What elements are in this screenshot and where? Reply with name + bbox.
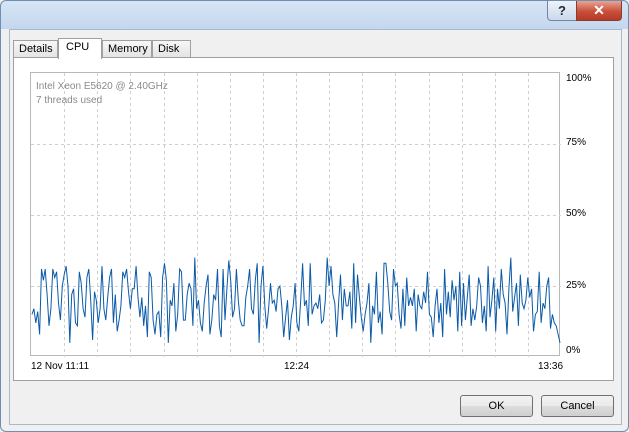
- close-button[interactable]: ✕: [576, 1, 622, 21]
- x-tick-label: 13:36: [538, 361, 564, 372]
- cpu-usage-graph: [30, 72, 561, 357]
- y-tick-label: 75%: [566, 137, 587, 148]
- close-icon: ✕: [593, 2, 605, 18]
- cpu-info: Intel Xeon E5620 @ 2.40GHz 7 threads use…: [36, 80, 168, 108]
- y-tick-label: 25%: [566, 280, 587, 291]
- help-button[interactable]: ?: [547, 1, 577, 21]
- x-tick-label: 12:24: [284, 361, 310, 372]
- cpu-usage-chart: [31, 73, 561, 357]
- cancel-button[interactable]: Cancel: [541, 395, 614, 417]
- y-tick-label: 100%: [566, 73, 592, 84]
- x-tick-label: 12 Nov 11:11: [31, 361, 90, 372]
- tab-details[interactable]: Details: [13, 40, 58, 57]
- tab-cpu[interactable]: CPU: [58, 38, 102, 59]
- ok-button[interactable]: OK: [460, 395, 533, 417]
- y-tick-label: 0%: [566, 345, 581, 356]
- threads-used: 7 threads used: [36, 95, 103, 106]
- help-icon: ?: [558, 3, 566, 18]
- tab-memory[interactable]: Memory: [102, 40, 152, 57]
- tab-disk[interactable]: Disk: [152, 40, 191, 57]
- cpu-usage-series-line: [31, 257, 561, 343]
- processor-name: Intel Xeon E5620 @ 2.40GHz: [36, 81, 168, 92]
- y-tick-label: 50%: [566, 208, 587, 219]
